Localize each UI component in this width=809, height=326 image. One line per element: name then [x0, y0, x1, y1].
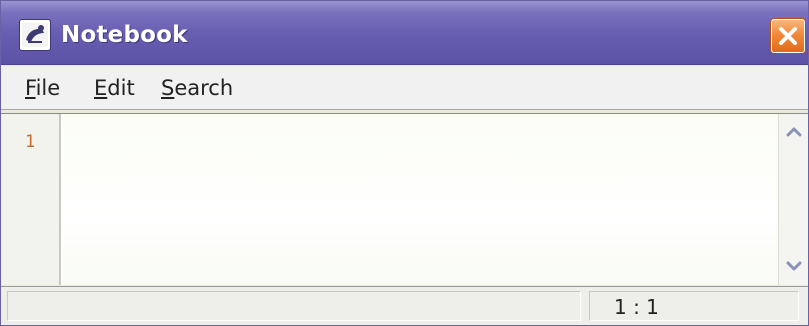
menu-edit-label: dit — [107, 76, 135, 100]
menu-file[interactable]: File — [25, 75, 60, 101]
notebook-app-icon[interactable] — [19, 19, 51, 51]
text-editor-area[interactable] — [63, 114, 778, 285]
menu-edit[interactable]: Edit — [94, 75, 135, 101]
scroll-down-button[interactable] — [782, 254, 806, 278]
window-title: Notebook — [61, 22, 188, 48]
line-number: 1 — [25, 132, 36, 152]
menu-search-mnemonic: S — [161, 76, 175, 100]
title-bar[interactable]: Notebook — [1, 1, 808, 65]
scroll-up-button[interactable] — [782, 120, 806, 144]
notebook-window: Notebook File Edit Search 1 1: 1 — [0, 0, 809, 326]
cursor-position: 1 : 1 — [614, 295, 659, 319]
status-bar: 1 : 1 — [1, 286, 808, 325]
vertical-scrollbar[interactable] — [778, 114, 808, 285]
menu-file-mnemonic: F — [25, 76, 36, 100]
menu-bar: File Edit Search — [1, 66, 808, 110]
status-message — [7, 291, 581, 321]
editor-pane: 1 — [1, 113, 808, 285]
chevron-down-icon — [786, 261, 802, 271]
chevron-up-icon — [786, 127, 802, 137]
close-button[interactable] — [771, 19, 805, 53]
menu-file-label: ile — [35, 76, 61, 100]
menu-edit-mnemonic: E — [94, 76, 108, 100]
close-icon — [779, 27, 797, 45]
menu-search[interactable]: Search — [161, 75, 233, 101]
line-number-gutter: 1 — [1, 114, 61, 285]
menu-search-label: earch — [174, 76, 234, 100]
cursor-position-panel: 1 : 1 — [589, 291, 799, 321]
